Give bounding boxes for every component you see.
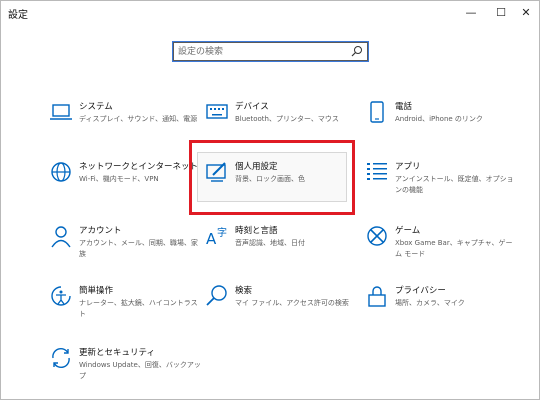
globe-icon (49, 160, 73, 184)
tile-network[interactable]: ネットワークとインターネット Wi-Fi、機内モード、VPN (49, 160, 209, 206)
tile-desc: マイ ファイル、アクセス許可の検索 (235, 299, 349, 307)
tile-gaming[interactable]: ゲーム Xbox Game Bar、キャプチャ、ゲーム モード (365, 224, 525, 270)
personalization-icon (205, 160, 229, 184)
minimize-icon: — (465, 5, 477, 19)
laptop-icon (49, 100, 73, 124)
magnifier-icon (205, 284, 229, 308)
tile-search[interactable]: 検索 マイ ファイル、アクセス許可の検索 (205, 284, 365, 330)
tile-desc: 背景、ロック画面、色 (235, 175, 305, 183)
svg-text:A: A (206, 230, 217, 248)
phone-icon (365, 100, 389, 124)
lock-icon (365, 284, 389, 308)
tile-desc: アンインストール、既定値、オプションの機能 (395, 175, 514, 194)
tile-desc: Android、iPhone のリンク (395, 115, 483, 123)
xbox-icon (365, 224, 389, 248)
close-icon: ✕ (521, 5, 531, 19)
person-icon (49, 224, 73, 248)
search-input[interactable] (178, 44, 348, 59)
tile-accounts[interactable]: アカウント アカウント、メール、同期、職場、家族 (49, 224, 209, 270)
search-icon[interactable] (351, 45, 363, 57)
apps-list-icon (365, 160, 389, 184)
tile-devices[interactable]: デバイス Bluetooth、プリンター、マウス (205, 100, 365, 146)
minimize-button[interactable]: — (456, 1, 486, 23)
tile-name: 電話 (395, 102, 413, 112)
tile-desc: ナレーター、拡大鏡、ハイコントラスト (79, 299, 198, 318)
tile-name: プライバシー (395, 286, 446, 296)
settings-window: 設定 — ☐ ✕ システム ディスプレイ、サウンド、通知、電源 デバイス Blu… (0, 0, 540, 400)
tile-desc: Wi-Fi、機内モード、VPN (79, 175, 159, 183)
tile-name: デバイス (235, 102, 269, 112)
update-icon (49, 346, 73, 370)
tile-name: 簡単操作 (79, 286, 114, 296)
settings-search-box[interactable] (172, 41, 369, 62)
tile-name: 時刻と言語 (235, 226, 278, 236)
tile-personalization[interactable]: 個人用設定 背景、ロック画面、色 (205, 160, 365, 206)
time-language-icon: A字 (205, 224, 229, 248)
tile-desc: Xbox Game Bar、キャプチャ、ゲーム モード (395, 239, 513, 258)
tile-name: 検索 (235, 286, 253, 296)
tile-system[interactable]: システム ディスプレイ、サウンド、通知、電源 (49, 100, 209, 146)
title-bar: 設定 — ☐ ✕ (1, 1, 539, 23)
tile-desc: Bluetooth、プリンター、マウス (235, 115, 339, 123)
keyboard-icon (205, 100, 229, 124)
tile-desc: Windows Update、回復、バックアップ (79, 361, 201, 380)
tile-ease-of-access[interactable]: 簡単操作 ナレーター、拡大鏡、ハイコントラスト (49, 284, 209, 330)
tile-name: 更新とセキュリティ (79, 348, 155, 358)
maximize-icon: ☐ (496, 5, 506, 19)
tile-desc: ディスプレイ、サウンド、通知、電源 (79, 115, 198, 123)
tile-desc: アカウント、メール、同期、職場、家族 (79, 239, 198, 258)
ease-of-access-icon (49, 284, 73, 308)
tile-name: アプリ (395, 162, 421, 172)
tile-phone[interactable]: 電話 Android、iPhone のリンク (365, 100, 525, 146)
tile-name: 個人用設定 (235, 162, 278, 172)
tile-update-security[interactable]: 更新とセキュリティ Windows Update、回復、バックアップ (49, 346, 209, 392)
close-button[interactable]: ✕ (511, 1, 540, 23)
tile-apps[interactable]: アプリ アンインストール、既定値、オプションの機能 (365, 160, 525, 206)
svg-text:字: 字 (217, 226, 227, 239)
tile-name: ゲーム (395, 226, 421, 236)
tile-name: アカウント (79, 226, 122, 236)
tile-desc: 音声認識、地域、日付 (235, 239, 305, 247)
tile-name: ネットワークとインターネット (79, 162, 199, 172)
tile-name: システム (79, 102, 113, 112)
tile-privacy[interactable]: プライバシー 場所、カメラ、マイク (365, 284, 525, 330)
window-title: 設定 (8, 10, 28, 21)
tile-desc: 場所、カメラ、マイク (395, 299, 465, 307)
tile-time-language[interactable]: A字 時刻と言語 音声認識、地域、日付 (205, 224, 365, 270)
